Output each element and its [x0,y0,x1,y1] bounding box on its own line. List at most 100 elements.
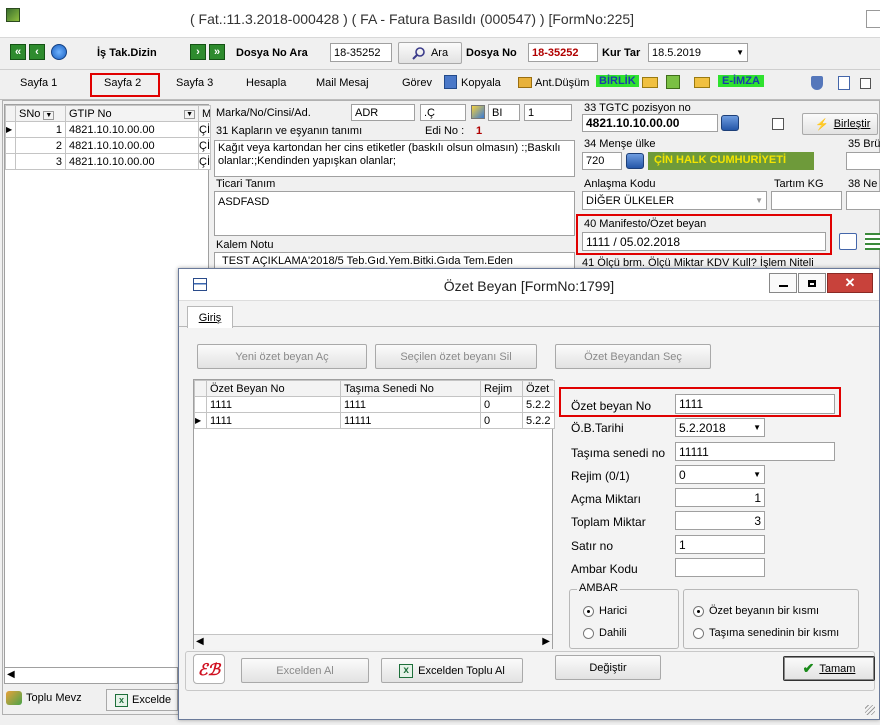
kur-tar-select[interactable]: 18.5.2019 ▼ [648,43,748,62]
tarih-select[interactable]: 5.2.2018 ▼ [675,418,765,437]
tab-ant-dusum[interactable]: Ant.Düşüm [535,77,589,89]
first-record-icon[interactable]: « [10,44,26,60]
table-row[interactable]: 2 4821.10.10.00.00 ÇİI [5,137,211,154]
marka-input[interactable]: ADR [351,104,415,121]
col-ozet-beyan-no[interactable]: Özet Beyan No [206,380,341,397]
ozet-no-highlight [559,387,841,417]
dosya-no-ara-input[interactable]: 18-35252 [330,43,392,62]
col-gtip[interactable]: GTIP No ▼ [65,105,199,122]
scroll-left-icon[interactable]: ◀ [7,669,15,680]
brut-input[interactable] [846,152,880,170]
tab-gorev[interactable]: Görev [402,77,432,89]
mense-lookup-icon[interactable] [626,153,644,169]
marka-bi-input[interactable]: BI [488,104,520,121]
tab-kopyala[interactable]: Kopyala [461,77,501,89]
ambar-groupbox [569,589,679,649]
list-icon[interactable] [865,233,880,250]
ambar-kodu-input[interactable] [675,558,765,577]
table-row[interactable]: 1111 1111 0 5.2.2 [194,396,555,413]
col-sno[interactable]: SNo ▼ [15,105,66,122]
last-record-icon[interactable]: » [209,44,225,60]
ozet-beyandan-sec-button[interactable]: Özet Beyandan Seç [555,344,711,369]
table-row[interactable]: ▶ 1 4821.10.10.00.00 ÇİI [5,121,211,138]
acma-label: Açma Miktarı [571,492,642,506]
excelde-button[interactable]: x Excelde [106,689,178,711]
manifesto-grid-icon[interactable] [839,233,857,250]
tab-sayfa-3[interactable]: Sayfa 3 [176,77,213,89]
ambar-kodu-label: Ambar Kodu [571,562,638,576]
tab-e-imza[interactable]: E-İMZA [718,75,764,87]
rejim-value: 0 [679,467,686,482]
ticari-tanim-textarea[interactable]: ASDFASD [214,191,575,236]
toplam-input[interactable]: 3 [675,511,765,530]
anlasma-select[interactable]: DİĞER ÜLKELER ▼ [582,191,767,210]
tasima-input[interactable]: 11111 [675,442,835,461]
tarih-label: Ö.B.Tarihi [571,421,624,435]
anlasma-label: Anlaşma Kodu [584,178,656,190]
tartim-label: Tartım KG [774,178,824,190]
page-icon[interactable] [838,76,850,90]
horizontal-scrollbar[interactable]: ◀ [4,667,178,684]
toplu-mevz-button[interactable]: Toplu Mevz [6,691,82,705]
marka-c-input[interactable]: .Ç [420,104,466,121]
marka-num-input[interactable]: 1 [524,104,572,121]
folder-icon [518,77,532,88]
tab-sayfa-1[interactable]: Sayfa 1 [20,77,57,89]
info-icon[interactable] [51,44,67,60]
maximize-button[interactable] [798,273,826,293]
is-tak-dizin-link[interactable]: İş Tak.Dizin [97,47,157,59]
resize-grip-icon[interactable] [865,705,875,715]
window-control-icon[interactable] [866,10,880,28]
gtip-lookup-icon[interactable] [721,115,739,131]
col-me[interactable]: Me [198,105,211,122]
close-icon: ✕ [844,275,856,290]
export-icon [694,77,710,88]
shield-icon[interactable] [811,76,823,90]
excelden-al-button[interactable]: Excelden Al [241,658,369,683]
net-input[interactable] [846,191,880,210]
description-textarea[interactable]: Kağıt veya kartondan her cins etiketler … [214,140,575,177]
prev-record-icon[interactable]: ‹ [29,44,45,60]
tartim-input[interactable] [771,191,842,210]
excelden-toplu-al-button[interactable]: x Excelden Toplu Al [381,658,523,683]
gtip-checkbox[interactable] [772,118,784,130]
edit-icon[interactable] [471,105,485,119]
scroll-left-icon[interactable]: ◀ [196,636,204,647]
col-rejim[interactable]: Rejim [480,380,523,397]
yeni-ozet-beyan-button[interactable]: Yeni özet beyan Aç [197,344,367,369]
table-row[interactable]: 3 4821.10.10.00.00 ÇİI [5,153,211,170]
open-folder-icon [642,77,658,88]
ara-button[interactable]: Ara [398,42,462,64]
birlestir-button[interactable]: ⚡ Birleştir [802,113,878,135]
ozet-grid: Özet Beyan No Taşıma Senedi No Rejim Öze… [194,380,555,429]
gtip-input[interactable]: 4821.10.10.00.00 [582,114,718,132]
degistir-button[interactable]: Değiştir [555,655,661,680]
satir-input[interactable]: 1 [675,535,765,554]
mense-code-input[interactable]: 720 [582,152,622,170]
tab-birlik[interactable]: BİRLİK [596,75,639,87]
tamam-button[interactable]: ✔ Tamam [783,656,875,681]
chevron-down-icon: ▼ [43,110,55,120]
radio-tasima-kismi[interactable]: Taşıma senedinin bir kısmı [693,627,839,639]
dosya-no-value[interactable]: 18-35252 [528,43,598,62]
tab-mail-mesaj[interactable]: Mail Mesaj [316,77,369,89]
acma-input[interactable]: 1 [675,488,765,507]
col-tasima-senedi-no[interactable]: Taşıma Senedi No [340,380,481,397]
anlasma-value: DİĞER ÜLKELER [586,194,675,207]
tab-giris[interactable]: Giriş [187,306,233,328]
scroll-right-icon[interactable]: ▶ [542,636,550,647]
close-button[interactable]: ✕ [827,273,873,293]
col-ozet[interactable]: Özet [522,380,555,397]
table-row[interactable]: ▶ 1111 11111 0 5.2.2 [194,412,555,429]
ozet-grid-scrollbar[interactable]: ◀ ▶ [194,634,552,649]
radio-ozet-kismi[interactable]: Özet beyanın bir kısmı [693,605,819,617]
satir-label: Satır no [571,539,614,553]
tab-hesapla[interactable]: Hesapla [246,77,286,89]
rejim-select[interactable]: 0 ▼ [675,465,765,484]
radio-dahili[interactable]: Dahili [583,627,627,639]
next-record-icon[interactable]: › [190,44,206,60]
minimize-button[interactable] [769,273,797,293]
secilen-ozet-sil-button[interactable]: Seçilen özet beyanı Sil [375,344,537,369]
radio-harici[interactable]: Harici [583,605,627,617]
checkbox[interactable] [860,78,871,89]
